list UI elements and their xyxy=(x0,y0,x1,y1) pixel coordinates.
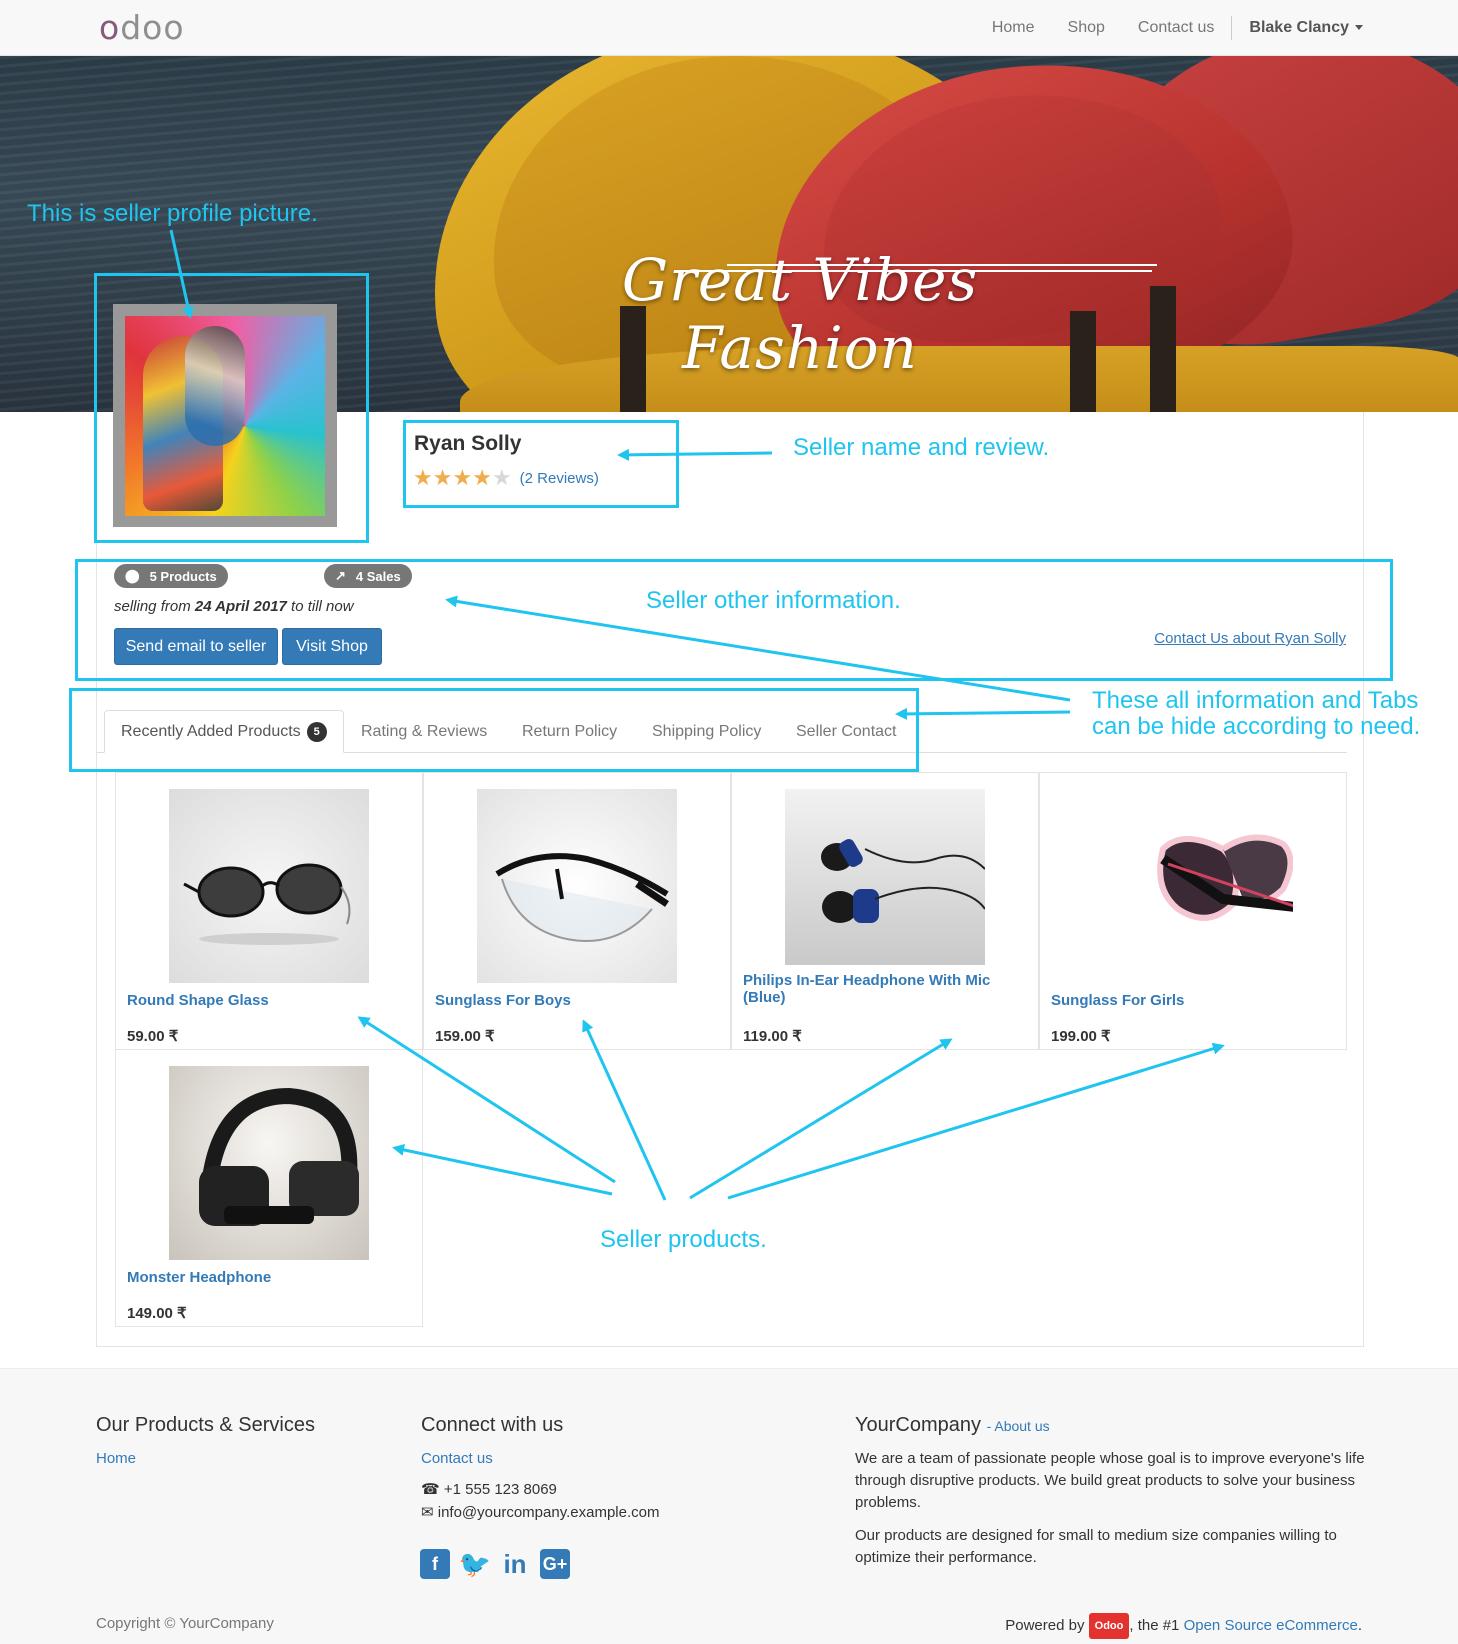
product-name[interactable]: Round Shape Glass xyxy=(127,992,269,1009)
twitter-icon[interactable]: 🐦 xyxy=(459,1549,491,1579)
product-image[interactable] xyxy=(1093,789,1293,983)
product-price: 149.00 ₹ xyxy=(127,1305,187,1322)
annotation-box-name xyxy=(403,420,679,508)
annotation-box-tabs xyxy=(69,688,919,772)
product-price: 159.00 ₹ xyxy=(435,1028,495,1045)
nav-home[interactable]: Home xyxy=(992,19,1035,37)
product-price: 199.00 ₹ xyxy=(1051,1028,1111,1045)
footer-company-title: YourCompany - About us xyxy=(855,1414,1050,1436)
product-name[interactable]: Monster Headphone xyxy=(127,1269,271,1286)
phone-icon: ☎ xyxy=(421,1481,440,1498)
product-price: 59.00 ₹ xyxy=(127,1028,179,1045)
annotation-box-profile xyxy=(94,273,369,543)
facebook-icon[interactable]: f xyxy=(420,1549,450,1579)
annotation-box-info xyxy=(75,559,1393,681)
annotation-other-info: Seller other information. xyxy=(646,587,901,614)
annotation-profile-picture: This is seller profile picture. xyxy=(27,200,318,227)
annotation-name-review: Seller name and review. xyxy=(793,434,1050,461)
social-links: f 🐦 in G+ xyxy=(420,1549,580,1579)
user-name: Blake Clancy xyxy=(1249,19,1349,36)
odoo-badge: Odoo xyxy=(1088,1613,1130,1639)
nav-shop[interactable]: Shop xyxy=(1068,19,1105,37)
product-image[interactable] xyxy=(169,789,369,983)
product-image[interactable] xyxy=(477,789,677,983)
footer-contact-link[interactable]: Contact us xyxy=(421,1450,493,1467)
annotation-products: Seller products. xyxy=(600,1226,767,1253)
annotation-tabs-line2: can be hide according to need. xyxy=(1092,713,1421,740)
linkedin-icon[interactable]: in xyxy=(500,1549,530,1579)
product-card[interactable]: Round Shape Glass 59.00 ₹ xyxy=(115,772,423,1050)
nav-links: Home Shop Contact us Blake Clancy xyxy=(959,0,1363,56)
shop-banner-title: Great Vibes Fashion xyxy=(621,246,979,382)
footer-company-desc: We are a team of passionate people whose… xyxy=(855,1450,1365,1511)
product-card[interactable]: Sunglass For Boys 159.00 ₹ xyxy=(423,772,731,1050)
open-source-ecommerce-link[interactable]: Open Source eCommerce xyxy=(1184,1617,1358,1634)
product-card[interactable]: Philips In-Ear Headphone With Mic (Blue)… xyxy=(731,772,1039,1050)
product-card[interactable]: Sunglass For Girls 199.00 ₹ xyxy=(1039,772,1347,1050)
envelope-icon: ✉ xyxy=(421,1504,434,1521)
product-price: 119.00 ₹ xyxy=(743,1028,802,1045)
navbar: odoo Home Shop Contact us Blake Clancy xyxy=(0,0,1458,56)
product-name[interactable]: Sunglass For Boys xyxy=(435,992,571,1009)
footer-company-desc-2: Our products are designed for small to m… xyxy=(855,1527,1337,1566)
odoo-logo[interactable]: odoo xyxy=(99,8,185,47)
product-name[interactable]: Philips In-Ear Headphone With Mic (Blue) xyxy=(743,972,1033,1006)
footer-about-link[interactable]: - About us xyxy=(987,1418,1050,1434)
footer-connect-title: Connect with us xyxy=(421,1414,564,1436)
powered-by: Powered by Odoo, the #1 Open Source eCom… xyxy=(1005,1613,1362,1639)
product-card[interactable]: Monster Headphone 149.00 ₹ xyxy=(115,1049,423,1327)
footer-email: ✉ info@yourcompany.example.com xyxy=(421,1504,660,1521)
copyright: Copyright © YourCompany xyxy=(96,1615,274,1632)
google-plus-icon[interactable]: G+ xyxy=(540,1549,570,1579)
product-image[interactable] xyxy=(785,789,985,965)
product-name[interactable]: Sunglass For Girls xyxy=(1051,992,1184,1009)
annotation-tabs-line1: These all information and Tabs xyxy=(1092,687,1419,714)
user-menu[interactable]: Blake Clancy xyxy=(1249,19,1363,37)
caret-down-icon xyxy=(1355,25,1363,31)
footer-home-link[interactable]: Home xyxy=(96,1450,136,1467)
nav-divider xyxy=(1231,16,1233,40)
product-image[interactable] xyxy=(169,1066,369,1260)
nav-contact-us[interactable]: Contact us xyxy=(1138,19,1214,37)
footer-phone: ☎ +1 555 123 8069 xyxy=(421,1481,557,1498)
footer-products-title: Our Products & Services xyxy=(96,1414,315,1436)
